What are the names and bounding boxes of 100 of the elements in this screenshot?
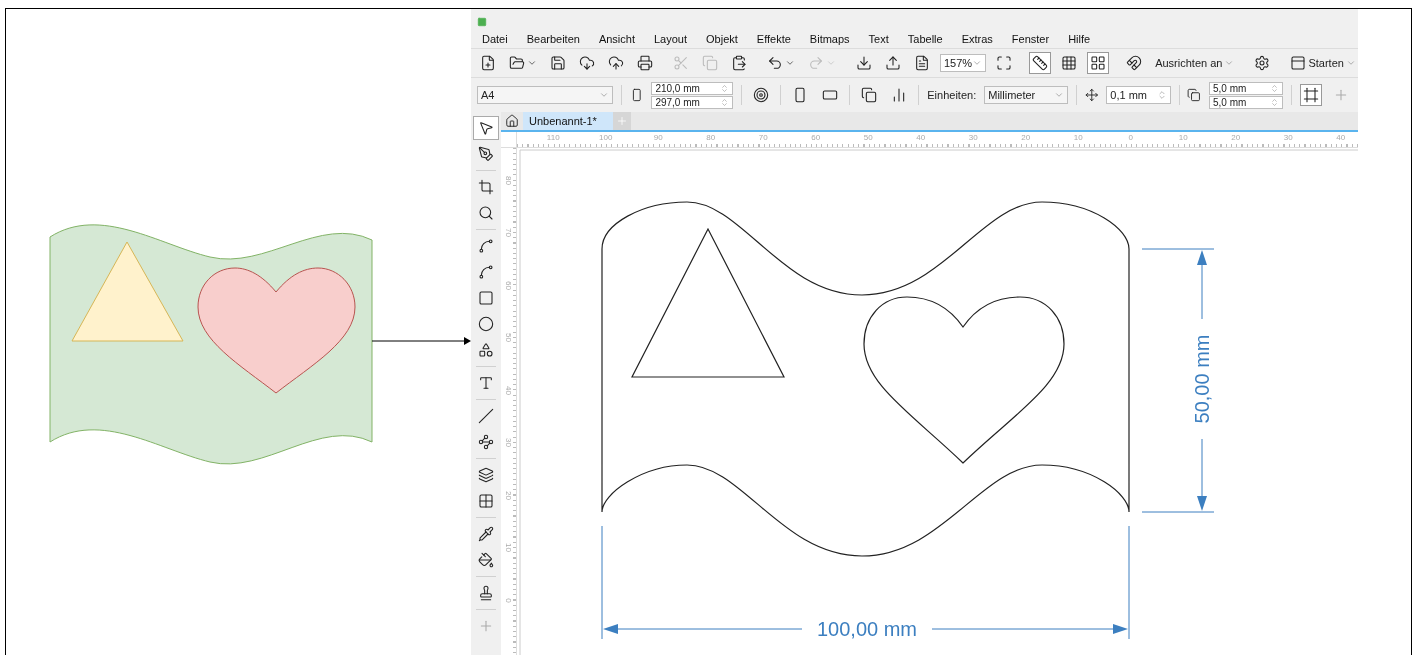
printer-icon [637, 55, 653, 71]
dimension-line-icon [478, 408, 494, 424]
ruler-label: 0 [1127, 132, 1134, 144]
menu-item[interactable]: Datei [482, 32, 508, 45]
rectangle-icon [478, 290, 494, 306]
cloud-download-icon [579, 55, 595, 71]
ruler-label: 40 [1335, 132, 1347, 144]
guidelines-button[interactable] [1087, 52, 1110, 74]
app-logo-icon [477, 17, 487, 27]
cloud-upload-icon [608, 55, 624, 71]
nudge-field[interactable]: 0,1 mm [1106, 86, 1171, 104]
menu-item[interactable]: Layout [654, 32, 687, 45]
menu-item[interactable]: Effekte [756, 32, 791, 45]
undo-icon [767, 55, 783, 71]
caret-icon [785, 58, 795, 68]
full-screen-icon [996, 55, 1013, 71]
ruler-label: 60 [504, 280, 513, 290]
page-size-combo[interactable]: A4 [477, 86, 613, 104]
spin-icon [720, 83, 730, 93]
ruler-icon [1032, 55, 1049, 71]
guidelines-icon [1090, 55, 1107, 71]
eyedropper-icon [478, 526, 494, 542]
crop-icon [478, 179, 494, 195]
caret-icon [1053, 90, 1064, 100]
ruler-label: 20 [1020, 132, 1032, 144]
spin-icon [720, 97, 730, 107]
height-dimension-label: 50,00 mm [1191, 334, 1213, 424]
menu-item[interactable]: Bitmaps [809, 32, 850, 45]
landscape-icon [822, 87, 839, 103]
ruler-label: 50 [504, 333, 513, 343]
frame-icon [1303, 87, 1319, 103]
plus-icon [615, 115, 628, 127]
ruler-label: 10 [1072, 132, 1084, 144]
ruler-label: 30 [1282, 132, 1294, 144]
caret-icon [1224, 58, 1235, 68]
ruler-label: 80 [705, 132, 717, 144]
copy-icon [702, 55, 718, 71]
treat-as-filled-button[interactable] [1300, 84, 1322, 106]
width-field[interactable]: 210,0 mm [651, 81, 734, 95]
menu-item[interactable]: Bearbeiten [526, 32, 580, 45]
menu-item[interactable]: Ansicht [598, 32, 635, 45]
spin-icon [1270, 83, 1280, 93]
ruler-label: 80 [504, 175, 513, 185]
ruler-label: 40 [504, 385, 513, 395]
ruler-label: 20 [1230, 132, 1242, 144]
launch-dropdown[interactable]: Starten [1287, 52, 1359, 74]
rulers-button[interactable] [1029, 52, 1052, 74]
menu-item[interactable]: Fenster [1011, 32, 1050, 45]
export-icon [885, 55, 901, 71]
paint-bucket-icon [478, 552, 494, 568]
duplicate-x-field[interactable]: 5,0 mm [1209, 81, 1284, 95]
snap-dropdown[interactable]: Ausrichten an [1152, 54, 1238, 72]
new-document-icon [480, 55, 496, 71]
ruler-label: 50 [862, 132, 874, 144]
home-icon [505, 114, 519, 128]
pen-node-icon [478, 146, 494, 162]
menu-item[interactable]: Objekt [706, 32, 738, 45]
tool-button[interactable] [473, 116, 499, 140]
ruler-label: 10 [1177, 132, 1189, 144]
ruler-label: 10 [504, 543, 513, 553]
curve-icon [478, 264, 494, 280]
ruler-label: 30 [504, 438, 513, 448]
shapes-icon [478, 342, 494, 358]
ruler-label: 60 [810, 132, 822, 144]
settings-icon [1254, 55, 1271, 71]
height-field[interactable]: 297,0 mm [651, 95, 734, 109]
grid-icon [1061, 55, 1078, 71]
text-icon [478, 375, 494, 391]
ruler-label: 110 [545, 132, 561, 144]
pdf-icon [914, 55, 930, 71]
units-combo[interactable]: Millimeter [984, 86, 1068, 104]
menu-item[interactable]: Extras [961, 32, 993, 45]
ruler-label: 40 [915, 132, 927, 144]
caret-icon [1345, 58, 1356, 68]
plus-icon [478, 618, 494, 634]
pages-icon [861, 87, 878, 103]
ruler-label: 90 [652, 132, 664, 144]
document-tab[interactable]: Unbenannt-1* [523, 112, 613, 130]
spin-icon [1156, 90, 1167, 100]
paste-icon [731, 55, 747, 71]
caret-icon [972, 58, 983, 68]
folder-icon [509, 55, 525, 71]
redo-icon [808, 55, 824, 71]
pointer-icon [478, 120, 494, 136]
width-dimension-label: 100,00 mm [816, 618, 918, 640]
ruler-label: 70 [757, 132, 769, 144]
spin-icon [1270, 97, 1280, 107]
menu-item[interactable]: Hilfe [1068, 32, 1091, 45]
ruler-label: 70 [504, 228, 513, 238]
menu-item[interactable]: Tabelle [907, 32, 943, 45]
menu-item[interactable]: Text [868, 32, 889, 45]
duplicate-y-field[interactable]: 5,0 mm [1209, 95, 1284, 109]
magnet-icon [1126, 55, 1143, 71]
save-icon [550, 55, 566, 71]
import-icon [856, 55, 872, 71]
caret-icon [598, 90, 609, 100]
zoom-combo[interactable]: 157% [940, 54, 987, 72]
nudge-icon [1084, 88, 1099, 102]
ruler-label: 100 [598, 132, 614, 144]
window-icon [1290, 55, 1307, 71]
